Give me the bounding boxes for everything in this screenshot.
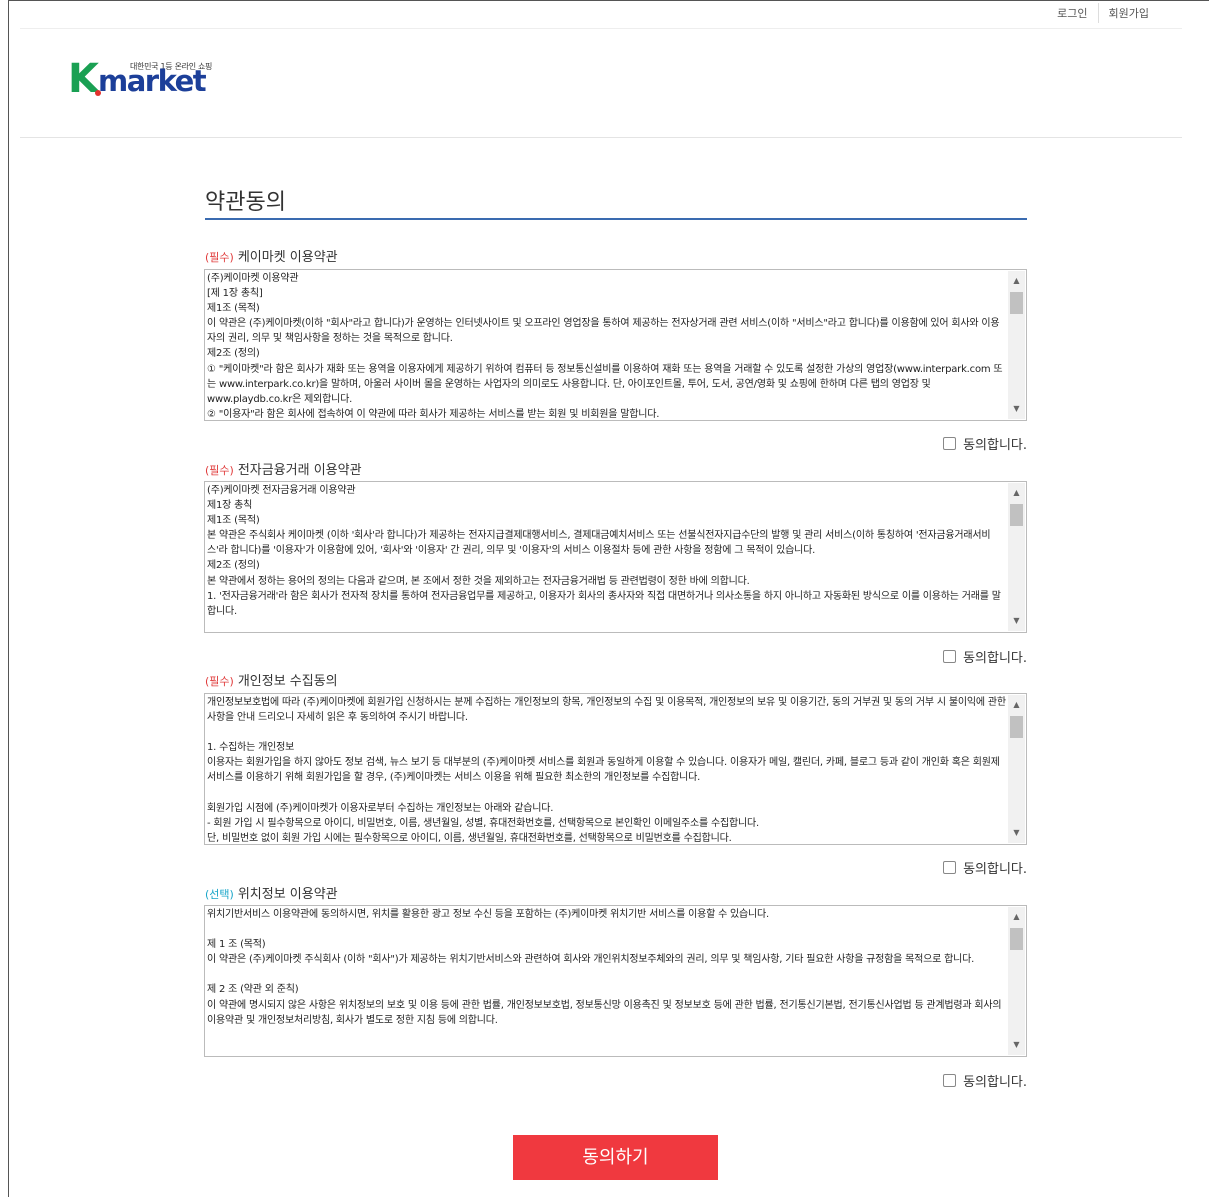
agree-label: 동의합니다. [963, 438, 1027, 453]
required-tag: (필수) [205, 251, 234, 264]
title-underline [205, 218, 1027, 220]
scroll-down-arrow-icon[interactable]: ▼ [1008, 401, 1025, 417]
agree-label: 동의합니다. [963, 1075, 1027, 1090]
required-tag: (필수) [205, 464, 234, 477]
signup-link[interactable]: 회원가입 [1097, 3, 1159, 23]
scroll-up-arrow-icon[interactable]: ▲ [1008, 273, 1025, 289]
logo-word: market [98, 64, 207, 98]
section-title: 개인정보 수집동의 [237, 674, 338, 689]
scroll-thumb[interactable] [1010, 292, 1023, 314]
scroll-down-arrow-icon[interactable]: ▼ [1008, 825, 1025, 841]
section-label-efinance-terms: (필수) 전자금융거래 이용약관 [205, 459, 362, 478]
optional-tag: (선택) [205, 888, 234, 901]
scrollbar[interactable]: ▲ ▼ [1008, 483, 1025, 631]
checkbox[interactable] [943, 437, 957, 450]
scroll-up-arrow-icon[interactable]: ▲ [1008, 697, 1025, 713]
section-title: 위치정보 이용약관 [237, 887, 338, 902]
scroll-up-arrow-icon[interactable]: ▲ [1008, 909, 1025, 925]
logo-divider [20, 137, 1182, 138]
scrollbar[interactable]: ▲ ▼ [1008, 271, 1025, 419]
terms-box-efinance[interactable]: (주)케이마켓 전자금융거래 이용약관 제1장 총칙 제1조 (목적) 본 약관… [204, 481, 1027, 633]
scrollbar[interactable]: ▲ ▼ [1008, 907, 1025, 1055]
agree-checkbox-location-terms[interactable]: 동의합니다. [943, 1071, 1027, 1090]
page-title: 약관동의 [205, 190, 286, 215]
scroll-down-arrow-icon[interactable]: ▼ [1008, 1037, 1025, 1053]
checkbox[interactable] [943, 650, 957, 663]
section-title: 전자금융거래 이용약관 [237, 463, 362, 478]
scroll-thumb[interactable] [1010, 504, 1023, 526]
terms-box-location[interactable]: 위치기반서비스 이용약관에 동의하시면, 위치를 활용한 광고 정보 수신 등을… [204, 905, 1027, 1057]
agree-checkbox-kmarket-terms[interactable]: 동의합니다. [943, 434, 1027, 453]
scroll-down-arrow-icon[interactable]: ▼ [1008, 613, 1025, 629]
agree-label: 동의합니다. [963, 862, 1027, 877]
terms-text: 개인정보보호법에 따라 (주)케이마켓에 회원가입 신청하시는 분께 수집하는 … [207, 697, 1006, 843]
top-links: 로그인 회원가입 [1047, 3, 1159, 23]
scroll-thumb[interactable] [1010, 928, 1023, 950]
section-title: 케이마켓 이용약관 [237, 250, 338, 265]
agree-submit-button[interactable]: 동의하기 [513, 1135, 718, 1180]
terms-box-privacy[interactable]: 개인정보보호법에 따라 (주)케이마켓에 회원가입 신청하시는 분께 수집하는 … [204, 693, 1027, 845]
login-link[interactable]: 로그인 [1047, 3, 1097, 23]
section-label-kmarket-terms: (필수) 케이마켓 이용약관 [205, 246, 338, 265]
scrollbar[interactable]: ▲ ▼ [1008, 695, 1025, 843]
terms-box-kmarket[interactable]: (주)케이마켓 이용약관 [제 1장 총칙] 제1조 (목적) 이 약관은 (주… [204, 269, 1027, 421]
agree-checkbox-privacy-consent[interactable]: 동의합니다. [943, 858, 1027, 877]
scroll-up-arrow-icon[interactable]: ▲ [1008, 485, 1025, 501]
required-tag: (필수) [205, 675, 234, 688]
terms-text: (주)케이마켓 전자금융거래 이용약관 제1장 총칙 제1조 (목적) 본 약관… [207, 485, 1001, 617]
agree-checkbox-efinance-terms[interactable]: 동의합니다. [943, 647, 1027, 666]
checkbox[interactable] [943, 861, 957, 874]
section-label-location-terms: (선택) 위치정보 이용약관 [205, 883, 338, 902]
terms-text: (주)케이마켓 이용약관 [제 1장 총칙] 제1조 (목적) 이 약관은 (주… [207, 273, 1003, 419]
kmarket-logo[interactable]: 대한민국 1등 온라인 쇼핑 K market [68, 57, 238, 107]
section-label-privacy-consent: (필수) 개인정보 수집동의 [205, 670, 338, 689]
checkbox[interactable] [943, 1074, 957, 1087]
agree-label: 동의합니다. [963, 651, 1027, 666]
header-divider [20, 28, 1182, 29]
scroll-thumb[interactable] [1010, 716, 1023, 738]
terms-text: 위치기반서비스 이용약관에 동의하시면, 위치를 활용한 광고 정보 수신 등을… [207, 909, 1002, 1026]
